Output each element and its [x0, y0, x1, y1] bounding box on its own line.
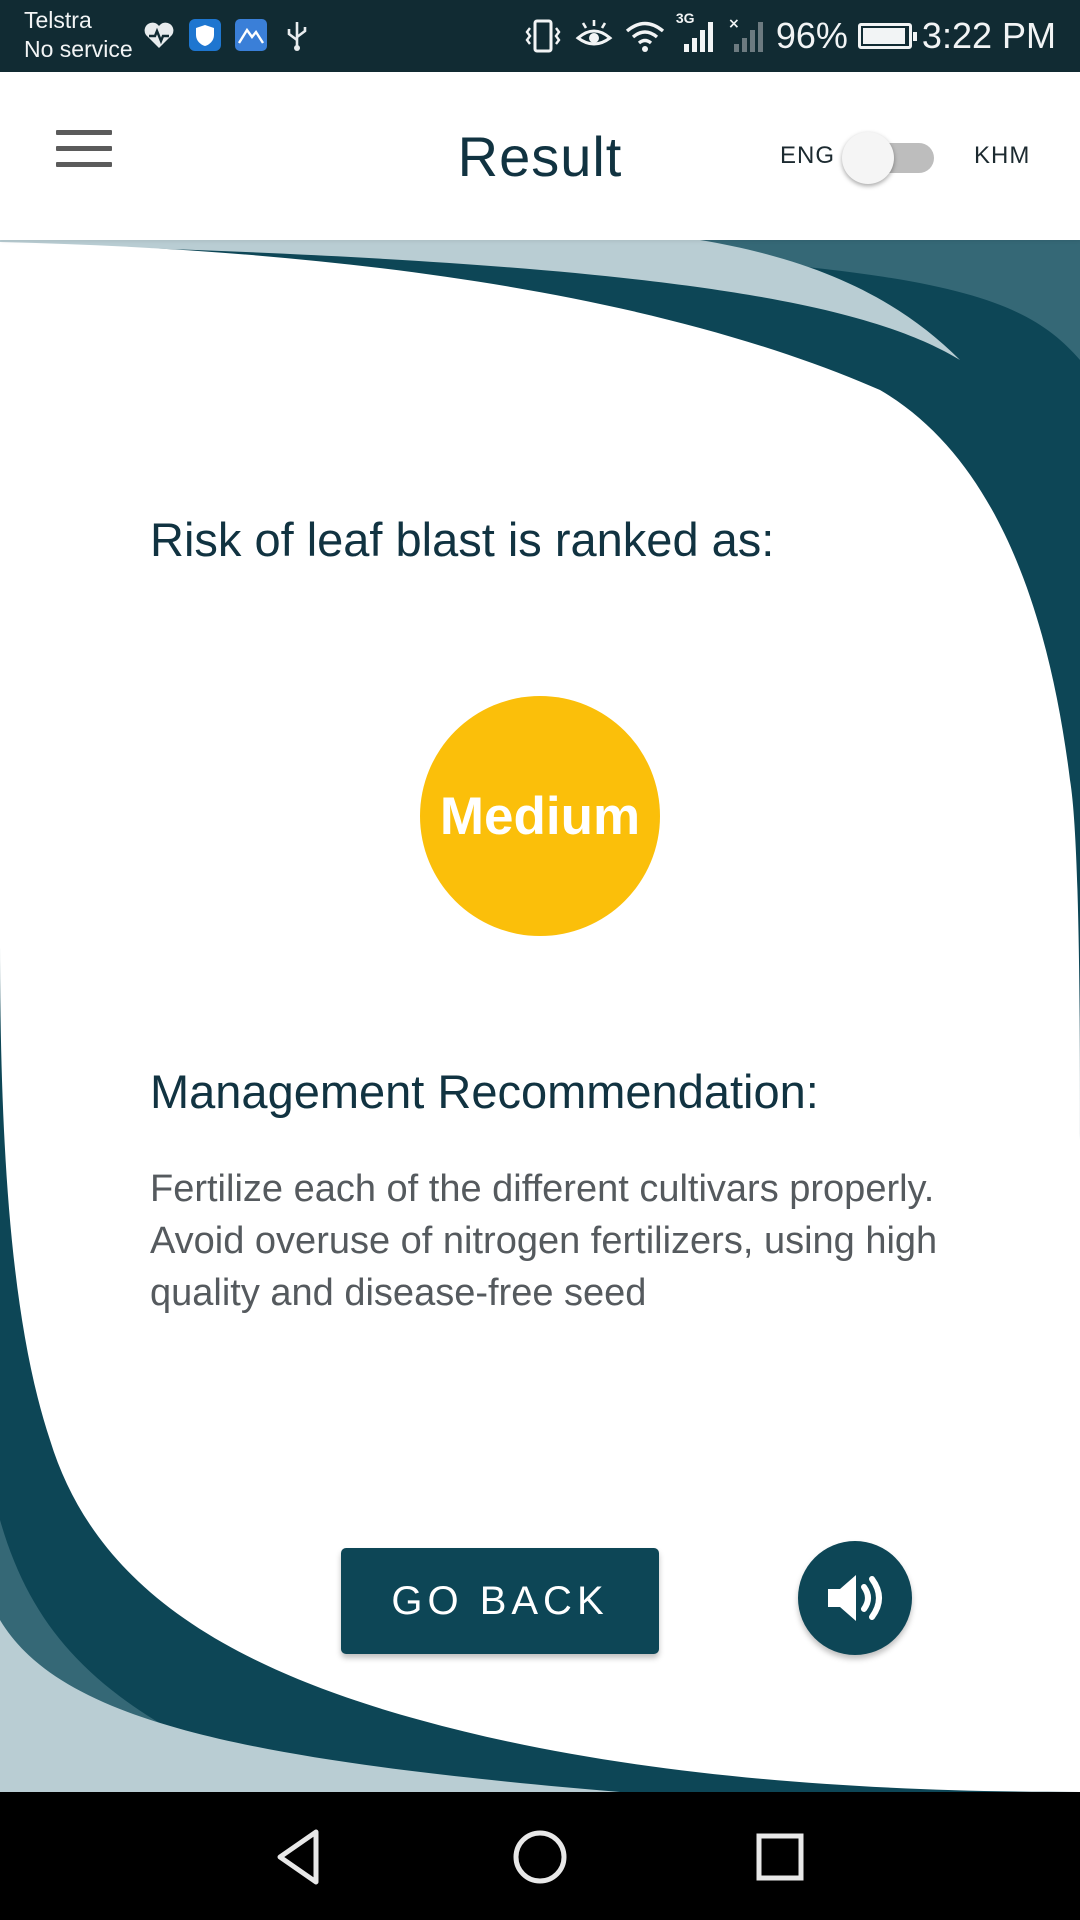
health-icon	[142, 18, 176, 52]
notification-icons	[142, 18, 314, 52]
speaker-glyph	[828, 1575, 882, 1621]
risk-level-badge: Medium	[420, 696, 660, 936]
vibrate-icon	[522, 16, 564, 56]
navigation-bar	[0, 1792, 1080, 1920]
recents-icon[interactable]	[745, 1822, 815, 1892]
toggle-thumb[interactable]	[842, 132, 894, 184]
status-bar: Telstra No service 3G × 96% 3:22 PM	[0, 0, 1080, 72]
language-label-khm: KHM	[974, 142, 1031, 169]
risk-level-text: Medium	[439, 786, 641, 846]
carrier-name: Telstra	[24, 7, 92, 33]
go-back-button[interactable]: GO BACK	[341, 1548, 659, 1654]
risk-label: Risk of leaf blast is ranked as:	[150, 513, 775, 566]
recommendation-body: Fertilize each of the different cultivar…	[150, 1168, 938, 1314]
battery-icon	[857, 23, 917, 49]
mountain-icon	[234, 18, 268, 52]
signal-icon: 3G	[676, 10, 716, 56]
eye-comfort-icon	[574, 16, 614, 56]
language-label-eng: ENG	[780, 142, 836, 169]
home-icon[interactable]	[505, 1822, 575, 1892]
recommendation-title: Management Recommendation:	[150, 1065, 819, 1118]
app-header: Result ENG KHM	[0, 72, 1080, 240]
service-status: No service	[24, 36, 133, 62]
system-status: 3G × 96% 3:22 PM	[522, 10, 1056, 60]
network-type: 3G	[675, 10, 695, 26]
shield-icon	[188, 18, 222, 52]
usb-icon	[280, 18, 314, 52]
back-icon[interactable]	[264, 1822, 334, 1892]
speaker-volume-icon[interactable]	[798, 1541, 912, 1655]
result-screen: Telstra No service 3G × 96% 3:22 PM Resu…	[0, 0, 1080, 1920]
wifi-icon	[624, 16, 666, 56]
battery-percent: 96%	[775, 15, 848, 56]
signal-no-service-icon: ×	[726, 16, 766, 56]
clock: 3:22 PM	[921, 15, 1056, 56]
svg-text:×: ×	[728, 16, 740, 32]
carrier-info: Telstra No service	[24, 6, 133, 64]
language-toggle[interactable]	[842, 132, 942, 184]
